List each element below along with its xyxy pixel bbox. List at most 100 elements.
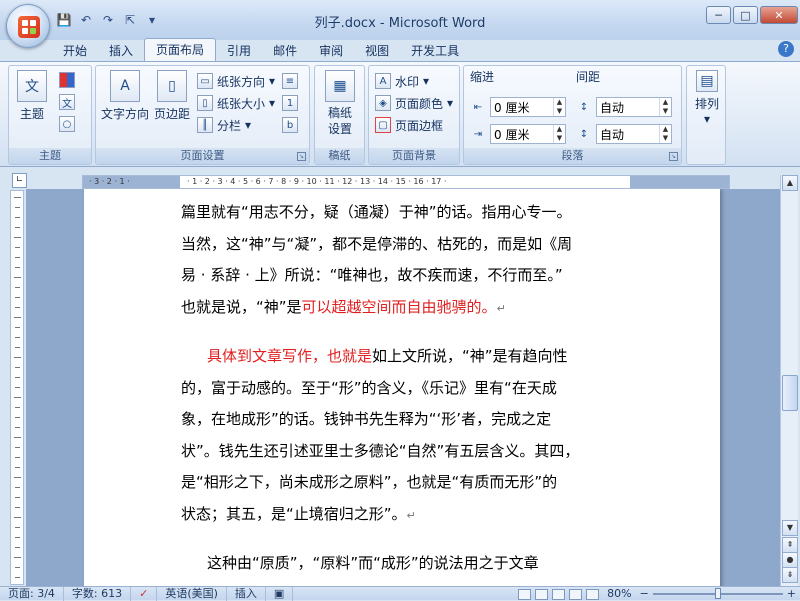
ruler-tick [15, 347, 20, 348]
arrange-button[interactable]: ▤ 排列 ▾ [690, 70, 724, 126]
breaks-button[interactable]: ≡ [282, 71, 298, 91]
maximize-icon[interactable]: □ [733, 6, 758, 24]
ruler-tick [15, 447, 20, 448]
title-bar: 💾 ↶ ↷ ⇱ ▾ 列子.docx - Microsoft Word ─ □ ✕ [0, 0, 800, 40]
spin-arrows-icon[interactable]: ▲ ▼ [659, 125, 671, 143]
ruler-tab-selector[interactable]: ∟ [12, 173, 27, 188]
tab-mailings[interactable]: 邮件 [262, 40, 308, 62]
previous-page-icon[interactable]: ⇞ [782, 537, 798, 553]
document-text[interactable]: 篇里就有“用志不分，疑（通凝）于神”的话。指用心专一。 当然，这“神”与“凝”，… [181, 197, 631, 580]
ruler-tick [15, 507, 20, 508]
full-screen-reading-icon[interactable] [535, 588, 549, 600]
doc-line[interactable]: 这种由“原质”，“原料”而“成形”的说法用之于文章 [181, 548, 631, 580]
zoom-out-icon[interactable]: − [640, 587, 649, 601]
paragraph-mark-icon: ↵ [406, 508, 416, 522]
word-count[interactable]: 字数: 613 [64, 586, 132, 601]
watermark-button[interactable]: A 水印 ▾ [375, 71, 429, 91]
doc-line[interactable]: 当然，这“神”与“凝”，都不是停滞的、枯死的，而是如《周 [181, 229, 631, 261]
vertical-ruler[interactable] [10, 190, 24, 588]
ruler-tick [14, 397, 21, 398]
window-title: 列子.docx - Microsoft Word [314, 16, 486, 31]
breaks-icon: ≡ [282, 73, 298, 89]
doc-line[interactable]: 易 · 系辞 · 上》所说：“唯神也，故不疾而速，不行而至。” [181, 260, 631, 292]
draft-icon[interactable] [586, 588, 600, 600]
theme-colors-button[interactable] [59, 70, 75, 90]
scroll-thumb[interactable] [782, 375, 798, 411]
doc-line[interactable]: 也就是说，“神”是可以超越空间而自由驰骋的。↵ [181, 292, 631, 325]
zoom-slider[interactable] [652, 588, 783, 599]
line-numbers-button[interactable]: 1 [282, 93, 298, 113]
zoom-slider-knob[interactable] [714, 588, 721, 599]
zoom-level[interactable]: 80% [603, 587, 635, 601]
doc-line[interactable]: 是“相形之下，尚未成形之原料”，也就是“有质而无形”的 [181, 467, 631, 499]
insert-mode[interactable]: 插入 [227, 586, 266, 601]
office-button[interactable] [6, 4, 50, 48]
tab-view[interactable]: 视图 [354, 40, 400, 62]
group-page-background: A 水印 ▾ ◈ 页面颜色 ▾ ▢ 页面边框 页面背景 [368, 65, 460, 165]
doc-line[interactable]: 的，富于动感的。至于“形”的含义，《乐记》里有“在天成 [181, 373, 631, 405]
language-indicator[interactable]: 英语(美国) [157, 586, 227, 601]
doc-line[interactable]: 篇里就有“用志不分，疑（通凝）于神”的话。指用心专一。 [181, 197, 631, 229]
text-direction-icon: A [110, 70, 140, 102]
indent-right-field[interactable]: 0 厘米 ▲ ▼ [490, 124, 566, 144]
spin-arrows-icon[interactable]: ▲ ▼ [659, 98, 671, 116]
scroll-up-icon[interactable]: ▲ [782, 175, 798, 191]
columns-button[interactable]: ║ 分栏 ▾ [197, 115, 251, 135]
orientation-button[interactable]: ▭ 纸张方向 ▾ [197, 71, 275, 91]
group-label-theme: 主题 [9, 148, 91, 164]
page-borders-button[interactable]: ▢ 页面边框 [375, 115, 443, 135]
group-label-paragraph: 段落 [464, 148, 681, 164]
web-layout-icon[interactable] [552, 588, 566, 600]
next-page-icon[interactable]: ⇟ [782, 567, 798, 583]
size-button[interactable]: ▯ 纸张大小 ▾ [197, 93, 275, 113]
help-icon[interactable]: ? [778, 41, 794, 57]
page-count[interactable]: 页面: 3/4 [0, 586, 64, 601]
scroll-down-icon[interactable]: ▼ [782, 520, 798, 536]
indent-left-field[interactable]: 0 厘米 ▲ ▼ [490, 97, 566, 117]
horizontal-ruler[interactable]: · 3 · 2 · 1 · · 1 · 2 · 3 · 4 · 5 · 6 · … [82, 175, 730, 189]
doc-line[interactable]: 状”。钱先生还引述亚里士多德论“自然”有五层含义。其四， [181, 436, 631, 468]
ruler-tick [14, 357, 21, 358]
text-direction-button[interactable]: A 文字方向 [100, 70, 150, 122]
tab-insert[interactable]: 插入 [98, 40, 144, 62]
doc-line[interactable]: 具体到文章写作，也就是如上文所说，“神”是有趋向性 [181, 341, 631, 373]
theme-fonts-button[interactable]: 文 [59, 92, 75, 112]
proofing-icon[interactable]: ✓ [131, 586, 158, 601]
group-label-page-setup: 页面设置 [96, 148, 309, 164]
spacing-after-icon: ↕ [579, 128, 589, 140]
spacing-before-field[interactable]: 自动 ▲ ▼ [596, 97, 672, 117]
minimize-icon[interactable]: ─ [706, 6, 731, 24]
spin-arrows-icon[interactable]: ▲ ▼ [553, 125, 565, 143]
tab-page-layout[interactable]: 页面布局 [144, 38, 217, 62]
watermark-icon: A [375, 73, 391, 89]
manuscript-icon: ▦ [325, 70, 355, 102]
margins-button[interactable]: ▯ 页边距 [152, 70, 192, 122]
document-canvas[interactable]: 篇里就有“用志不分，疑（通凝）于神”的话。指用心专一。 当然，这“神”与“凝”，… [26, 189, 780, 586]
close-icon[interactable]: ✕ [760, 6, 798, 24]
manuscript-settings-button[interactable]: ▦ 稿纸 设置 [321, 70, 359, 137]
tab-developer[interactable]: 开发工具 [400, 40, 470, 62]
outline-icon[interactable] [569, 588, 583, 600]
page-color-button[interactable]: ◈ 页面颜色 ▾ [375, 93, 453, 113]
hyphenation-button[interactable]: b [282, 115, 298, 135]
paragraph-launcher-icon[interactable]: ↘ [669, 152, 678, 161]
zoom-in-icon[interactable]: + [787, 587, 796, 601]
ruler-tick [15, 407, 20, 408]
theme-effects-button[interactable]: ○ [59, 114, 75, 134]
spacing-after-field[interactable]: 自动 ▲ ▼ [596, 124, 672, 144]
tab-references[interactable]: 引用 [216, 40, 262, 62]
macro-icon[interactable]: ▣ [266, 586, 294, 601]
browse-object-icon[interactable]: ● [782, 552, 798, 568]
theme-button[interactable]: 文 主题 [15, 70, 49, 122]
vertical-scrollbar[interactable]: ▲ ▼ ⇞ ● ⇟ [780, 175, 798, 586]
tab-home[interactable]: 开始 [52, 40, 98, 62]
doc-line[interactable]: 象，在地成形”的话。钱钟书先生释为“‘形’者，完成之定 [181, 404, 631, 436]
page-setup-launcher-icon[interactable]: ↘ [297, 152, 306, 161]
tab-review[interactable]: 审阅 [308, 40, 354, 62]
print-layout-icon[interactable] [518, 588, 532, 600]
spacing-before-icon: ↕ [579, 101, 589, 113]
ruler-tick [14, 557, 21, 558]
spin-arrows-icon[interactable]: ▲ ▼ [553, 98, 565, 116]
doc-line[interactable]: 状态；其五，是“止境宿归之形”。↵ [181, 499, 631, 532]
document-page[interactable]: 篇里就有“用志不分，疑（通凝）于神”的话。指用心专一。 当然，这“神”与“凝”，… [84, 189, 720, 586]
